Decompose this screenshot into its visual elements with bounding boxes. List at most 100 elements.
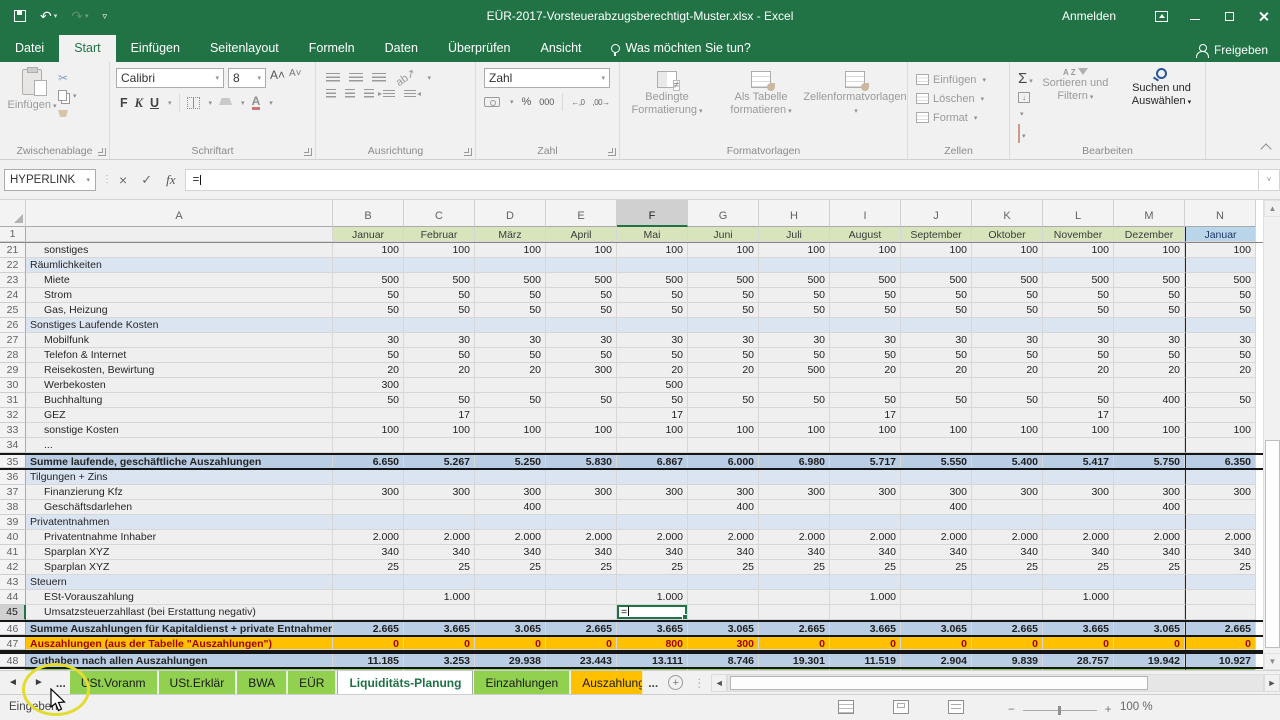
ribbon-tab-einfügen[interactable]: Einfügen bbox=[116, 35, 195, 62]
cell[interactable]: 50 bbox=[617, 303, 688, 318]
insert-cells-button[interactable]: Einfügen▾ bbox=[916, 70, 1009, 89]
cell[interactable] bbox=[404, 318, 475, 333]
row-label[interactable]: Summe laufende, geschäftliche Auszahlung… bbox=[26, 455, 333, 468]
cell[interactable] bbox=[1043, 605, 1114, 620]
vertical-scrollbar[interactable]: ▲ ▼ bbox=[1263, 200, 1280, 670]
cell[interactable]: 340 bbox=[901, 545, 972, 560]
column-header-I[interactable]: I bbox=[830, 200, 901, 227]
cell[interactable] bbox=[972, 575, 1043, 590]
cell[interactable]: 100 bbox=[901, 243, 972, 258]
cell[interactable]: 25 bbox=[1185, 560, 1256, 575]
align-middle-button[interactable] bbox=[349, 73, 363, 83]
cell[interactable]: 2.000 bbox=[1043, 530, 1114, 545]
cell[interactable]: 5.717 bbox=[830, 455, 901, 468]
ribbon-tab-seitenlayout[interactable]: Seitenlayout bbox=[195, 35, 294, 62]
row-label[interactable]: Steuern bbox=[26, 575, 333, 590]
normal-view-icon[interactable] bbox=[838, 700, 854, 714]
row-label[interactable]: sonstiges bbox=[26, 243, 333, 258]
cell[interactable]: 100 bbox=[546, 423, 617, 438]
select-all-corner[interactable] bbox=[0, 200, 26, 227]
cell[interactable]: 100 bbox=[1043, 243, 1114, 258]
cell[interactable]: 5.400 bbox=[972, 455, 1043, 468]
ribbon-display-options-button[interactable] bbox=[1144, 0, 1178, 32]
cell[interactable] bbox=[759, 500, 830, 515]
cell[interactable]: 500 bbox=[688, 273, 759, 288]
cell[interactable] bbox=[830, 605, 901, 620]
cell[interactable] bbox=[759, 258, 830, 273]
row-header-1[interactable]: 1 bbox=[0, 227, 26, 242]
cell[interactable]: 500 bbox=[759, 363, 830, 378]
cell[interactable]: 50 bbox=[688, 303, 759, 318]
cell[interactable] bbox=[759, 438, 830, 453]
cell[interactable]: 25 bbox=[830, 560, 901, 575]
sheet-overflow-right[interactable]: ... bbox=[648, 676, 658, 690]
cell[interactable] bbox=[617, 575, 688, 590]
cell[interactable] bbox=[830, 470, 901, 485]
number-format-select[interactable]: Zahl▾ bbox=[484, 68, 610, 88]
row-label[interactable]: Summe Auszahlungen für Kapitaldienst + p… bbox=[26, 622, 333, 635]
cell[interactable]: 300 bbox=[688, 485, 759, 500]
cell[interactable]: 0 bbox=[546, 637, 617, 650]
cell[interactable]: 3.253 bbox=[404, 654, 475, 667]
cell[interactable]: 6.650 bbox=[333, 455, 404, 468]
cell[interactable]: 17 bbox=[1043, 408, 1114, 423]
cell[interactable]: 50 bbox=[1043, 303, 1114, 318]
cell[interactable] bbox=[759, 378, 830, 393]
cell[interactable]: 400 bbox=[1114, 500, 1185, 515]
cell[interactable]: 0 bbox=[1043, 637, 1114, 650]
cell[interactable]: 17 bbox=[617, 408, 688, 423]
cancel-icon[interactable]: × bbox=[119, 172, 127, 188]
redo-button[interactable]: ↷▾ bbox=[71, 8, 88, 25]
row-label[interactable]: Buchhaltung bbox=[26, 393, 333, 408]
active-cell[interactable]: = bbox=[617, 605, 688, 620]
row-label[interactable]: ESt-Vorauszahlung bbox=[26, 590, 333, 605]
underline-button[interactable]: U bbox=[150, 96, 159, 110]
enter-icon[interactable]: ✓ bbox=[141, 172, 152, 188]
cell[interactable]: 100 bbox=[688, 423, 759, 438]
cell[interactable]: 300 bbox=[617, 485, 688, 500]
row-label[interactable]: Miete bbox=[26, 273, 333, 288]
cell[interactable] bbox=[1043, 258, 1114, 273]
cell[interactable] bbox=[333, 258, 404, 273]
cell[interactable]: 50 bbox=[1185, 348, 1256, 363]
cell[interactable]: 100 bbox=[1114, 243, 1185, 258]
cell[interactable]: 100 bbox=[901, 423, 972, 438]
cell[interactable]: 50 bbox=[1043, 393, 1114, 408]
cell[interactable]: 5.417 bbox=[1043, 455, 1114, 468]
cell[interactable]: 25 bbox=[901, 560, 972, 575]
row-label[interactable]: Mobilfunk bbox=[26, 333, 333, 348]
cell[interactable]: 50 bbox=[972, 393, 1043, 408]
row-label[interactable]: Gas, Heizung bbox=[26, 303, 333, 318]
cell[interactable] bbox=[546, 515, 617, 530]
collapse-ribbon-icon[interactable] bbox=[1260, 143, 1271, 154]
ribbon-tab-formeln[interactable]: Formeln bbox=[294, 35, 370, 62]
cell[interactable]: 6.867 bbox=[617, 455, 688, 468]
decrease-decimal-button[interactable]: ,00→ bbox=[593, 98, 610, 107]
row-header-30[interactable]: 30 bbox=[0, 378, 26, 393]
cell[interactable] bbox=[546, 590, 617, 605]
cell[interactable]: 2.000 bbox=[1114, 530, 1185, 545]
cell[interactable] bbox=[1185, 500, 1256, 515]
cell[interactable]: 100 bbox=[617, 243, 688, 258]
align-right-button[interactable] bbox=[364, 89, 374, 99]
font-dialog-launcher-icon[interactable] bbox=[304, 148, 312, 156]
cell[interactable] bbox=[759, 605, 830, 620]
cell[interactable]: 3.065 bbox=[688, 622, 759, 635]
row-header-47[interactable]: 47 bbox=[0, 637, 26, 650]
cell[interactable]: 2.665 bbox=[546, 622, 617, 635]
cell[interactable]: 340 bbox=[688, 545, 759, 560]
cell[interactable]: 100 bbox=[475, 243, 546, 258]
cell[interactable]: 500 bbox=[901, 273, 972, 288]
cell[interactable]: 30 bbox=[830, 333, 901, 348]
zoom-slider[interactable] bbox=[1023, 710, 1097, 711]
horizontal-scrollbar-thumb[interactable] bbox=[730, 676, 1148, 690]
horizontal-scrollbar[interactable]: ◄ ► bbox=[711, 671, 1280, 695]
decrease-indent-button[interactable] bbox=[383, 90, 395, 99]
cell[interactable]: 25 bbox=[759, 560, 830, 575]
cell[interactable]: 50 bbox=[972, 303, 1043, 318]
cell[interactable]: 9.839 bbox=[972, 654, 1043, 667]
cell[interactable] bbox=[759, 470, 830, 485]
cell[interactable] bbox=[617, 515, 688, 530]
cell[interactable]: 50 bbox=[1043, 288, 1114, 303]
cell[interactable]: 500 bbox=[546, 273, 617, 288]
